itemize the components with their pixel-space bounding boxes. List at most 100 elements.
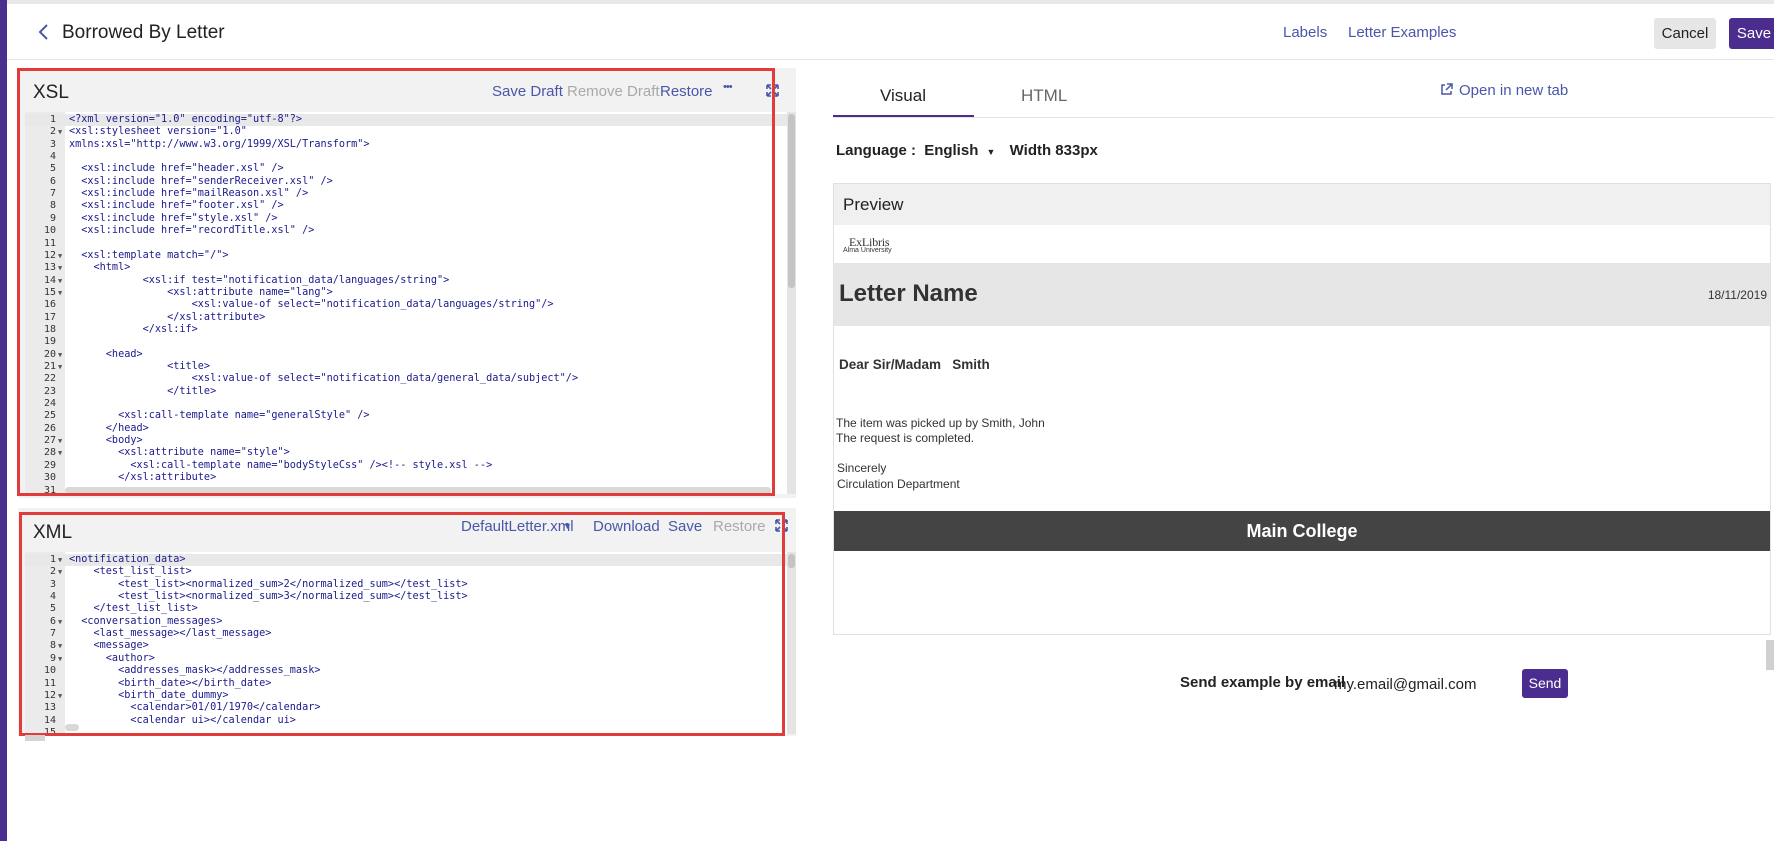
- code-line[interactable]: 11: [25, 238, 787, 250]
- code-line[interactable]: 9 <xsl:include href="style.xsl" />: [25, 213, 787, 225]
- fold-toggle-icon[interactable]: ▼: [58, 262, 62, 274]
- code-text: <head>: [69, 348, 143, 360]
- code-line[interactable]: 14 ▼ <xsl:if test="notification_data/lang…: [25, 275, 787, 287]
- code-line[interactable]: 2 ▼ <test_list_list>: [25, 566, 787, 578]
- xml-code-editor[interactable]: 1 ▼ <notification_data> 2 ▼ <test_list_list>…: [25, 552, 787, 734]
- line-number: 7: [49, 628, 56, 640]
- xml-file-select[interactable]: DefaultLetter.xml: [461, 518, 574, 535]
- save-button[interactable]: Save: [1729, 18, 1774, 49]
- labels-link[interactable]: Labels: [1283, 24, 1327, 41]
- code-line[interactable]: 13 ▼ <html>: [25, 262, 787, 274]
- code-line[interactable]: 14 <calendar ui></calendar ui>: [25, 715, 787, 727]
- code-line[interactable]: 11 <birth_date></birth_date>: [25, 678, 787, 690]
- code-line[interactable]: 8 <xsl:include href="footer.xsl" />: [25, 200, 787, 212]
- restore-button[interactable]: Restore: [660, 83, 713, 100]
- fold-toggle-icon[interactable]: ▼: [58, 640, 62, 652]
- more-menu-icon[interactable]: •••: [723, 81, 733, 93]
- page-scrollbar[interactable]: [1766, 640, 1774, 670]
- code-line[interactable]: 13 <calendar>01/01/1970</calendar>: [25, 702, 787, 714]
- fold-toggle-icon[interactable]: ▼: [58, 616, 62, 628]
- fold-toggle-icon[interactable]: ▼: [58, 653, 62, 665]
- xml-vertical-scrollbar[interactable]: [787, 552, 796, 734]
- code-line[interactable]: 30 </xsl:attribute>: [25, 472, 787, 484]
- fold-toggle-icon[interactable]: ▼: [58, 275, 62, 287]
- code-text: </title>: [69, 385, 217, 397]
- xml-horizontal-scrollbar[interactable]: [65, 724, 79, 731]
- line-number: 1: [49, 114, 56, 125]
- code-line[interactable]: 12 ▼ <xsl:template match="/">: [25, 250, 787, 262]
- code-line[interactable]: 24: [25, 398, 787, 410]
- xsl-code-editor[interactable]: 1 <?xml version="1.0" encoding="utf-8"?> 2…: [25, 112, 787, 494]
- code-line[interactable]: 29 <xsl:call-template name="bodyStyleCss…: [25, 460, 787, 472]
- xsl-horizontal-scrollbar[interactable]: [65, 487, 771, 494]
- code-line[interactable]: 6 ▼ <conversation_messages>: [25, 616, 787, 628]
- line-number: 10: [43, 225, 56, 237]
- code-line[interactable]: 26 </head>: [25, 423, 787, 435]
- code-line[interactable]: 19: [25, 336, 787, 348]
- chevron-down-icon[interactable]: ▼: [563, 521, 572, 531]
- code-line[interactable]: 10 <addresses_mask></addresses_mask>: [25, 665, 787, 677]
- code-line[interactable]: 4: [25, 151, 787, 163]
- fold-toggle-icon[interactable]: ▼: [58, 447, 62, 459]
- code-line[interactable]: 9 ▼ <author>: [25, 653, 787, 665]
- code-line[interactable]: 22 <xsl:value-of select="notification_da…: [25, 373, 787, 385]
- code-line[interactable]: 20 ▼ <head>: [25, 349, 787, 361]
- fold-toggle-icon[interactable]: ▼: [58, 349, 62, 361]
- send-button[interactable]: Send: [1522, 669, 1568, 698]
- fold-toggle-icon[interactable]: ▼: [58, 126, 62, 138]
- cancel-button[interactable]: Cancel: [1654, 18, 1716, 49]
- fold-toggle-icon[interactable]: ▼: [58, 566, 62, 578]
- fold-toggle-icon[interactable]: ▼: [58, 554, 62, 566]
- fold-toggle-icon[interactable]: ▼: [58, 690, 62, 702]
- code-line[interactable]: 16 <xsl:value-of select="notification_da…: [25, 299, 787, 311]
- open-in-new-tab-link[interactable]: Open in new tab: [1440, 82, 1568, 100]
- fold-toggle-icon[interactable]: ▼: [58, 361, 62, 373]
- code-line[interactable]: 3 xmlns:xsl="http://www.w3.org/1999/XSL/T…: [25, 139, 787, 151]
- xml-expand-icon[interactable]: [775, 519, 788, 537]
- code-line[interactable]: 23 </title>: [25, 386, 787, 398]
- code-text: <xsl:call-template name="generalStyle" /…: [69, 410, 370, 422]
- tab-html[interactable]: HTML: [1021, 86, 1067, 106]
- code-line[interactable]: 8 ▼ <message>: [25, 640, 787, 652]
- code-line[interactable]: 5 <xsl:include href="header.xsl" />: [25, 163, 787, 175]
- email-field[interactable]: [1334, 673, 1504, 695]
- code-line[interactable]: 21 ▼ <title>: [25, 361, 787, 373]
- save-draft-button[interactable]: Save Draft: [492, 83, 563, 100]
- xml-restore-button[interactable]: Restore: [713, 518, 766, 535]
- remove-draft-button[interactable]: Remove Draft: [567, 83, 660, 100]
- code-line[interactable]: 6 <xsl:include href="senderReceiver.xsl"…: [25, 176, 787, 188]
- download-button[interactable]: Download: [593, 518, 660, 535]
- fold-toggle-icon[interactable]: ▼: [58, 287, 62, 299]
- language-select[interactable]: English: [924, 142, 978, 159]
- chevron-left-icon[interactable]: [35, 20, 55, 44]
- letter-examples-link[interactable]: Letter Examples: [1348, 24, 1456, 41]
- code-line[interactable]: 5 </test_list_list>: [25, 603, 787, 615]
- code-line[interactable]: 17 </xsl:attribute>: [25, 312, 787, 324]
- code-line[interactable]: 2 ▼ <xsl:stylesheet version="1.0": [25, 126, 787, 138]
- code-line[interactable]: 1 ▼ <notification_data>: [25, 554, 787, 567]
- fold-toggle-icon[interactable]: ▼: [58, 250, 62, 262]
- fold-toggle-icon[interactable]: ▼: [58, 435, 62, 447]
- tab-visual[interactable]: Visual: [880, 86, 926, 106]
- code-line[interactable]: 15 ▼ <xsl:attribute name="lang">: [25, 287, 787, 299]
- code-line[interactable]: 4 <test_list><normalized_sum>3</normaliz…: [25, 591, 787, 603]
- expand-icon[interactable]: [766, 84, 779, 102]
- xml-scroll-thumb[interactable]: [788, 554, 795, 568]
- page-scroll-stub[interactable]: [25, 735, 45, 741]
- chevron-down-icon[interactable]: ▼: [987, 147, 996, 157]
- code-line[interactable]: 1 <?xml version="1.0" encoding="utf-8"?>: [25, 114, 787, 127]
- code-line[interactable]: 18 </xsl:if>: [25, 324, 787, 336]
- code-line[interactable]: 12 ▼ <birth_date_dummy>: [25, 690, 787, 702]
- xsl-vertical-scrollbar[interactable]: [787, 112, 796, 494]
- xsl-scroll-thumb[interactable]: [788, 114, 795, 288]
- code-line[interactable]: 3 <test_list><normalized_sum>2</normaliz…: [25, 579, 787, 591]
- code-line[interactable]: 15: [25, 727, 787, 734]
- code-line[interactable]: 7 <last_message></last_message>: [25, 628, 787, 640]
- code-line[interactable]: 28 ▼ <xsl:attribute name="style">: [25, 447, 787, 459]
- code-line[interactable]: 25 <xsl:call-template name="generalStyle…: [25, 410, 787, 422]
- code-line[interactable]: 27 ▼ <body>: [25, 435, 787, 447]
- code-line[interactable]: 10 <xsl:include href="recordTitle.xsl" /…: [25, 225, 787, 237]
- xml-save-button[interactable]: Save: [668, 518, 702, 535]
- code-line[interactable]: 7 <xsl:include href="mailReason.xsl" />: [25, 188, 787, 200]
- code-text: <xsl:value-of select="notification_data/…: [69, 373, 579, 385]
